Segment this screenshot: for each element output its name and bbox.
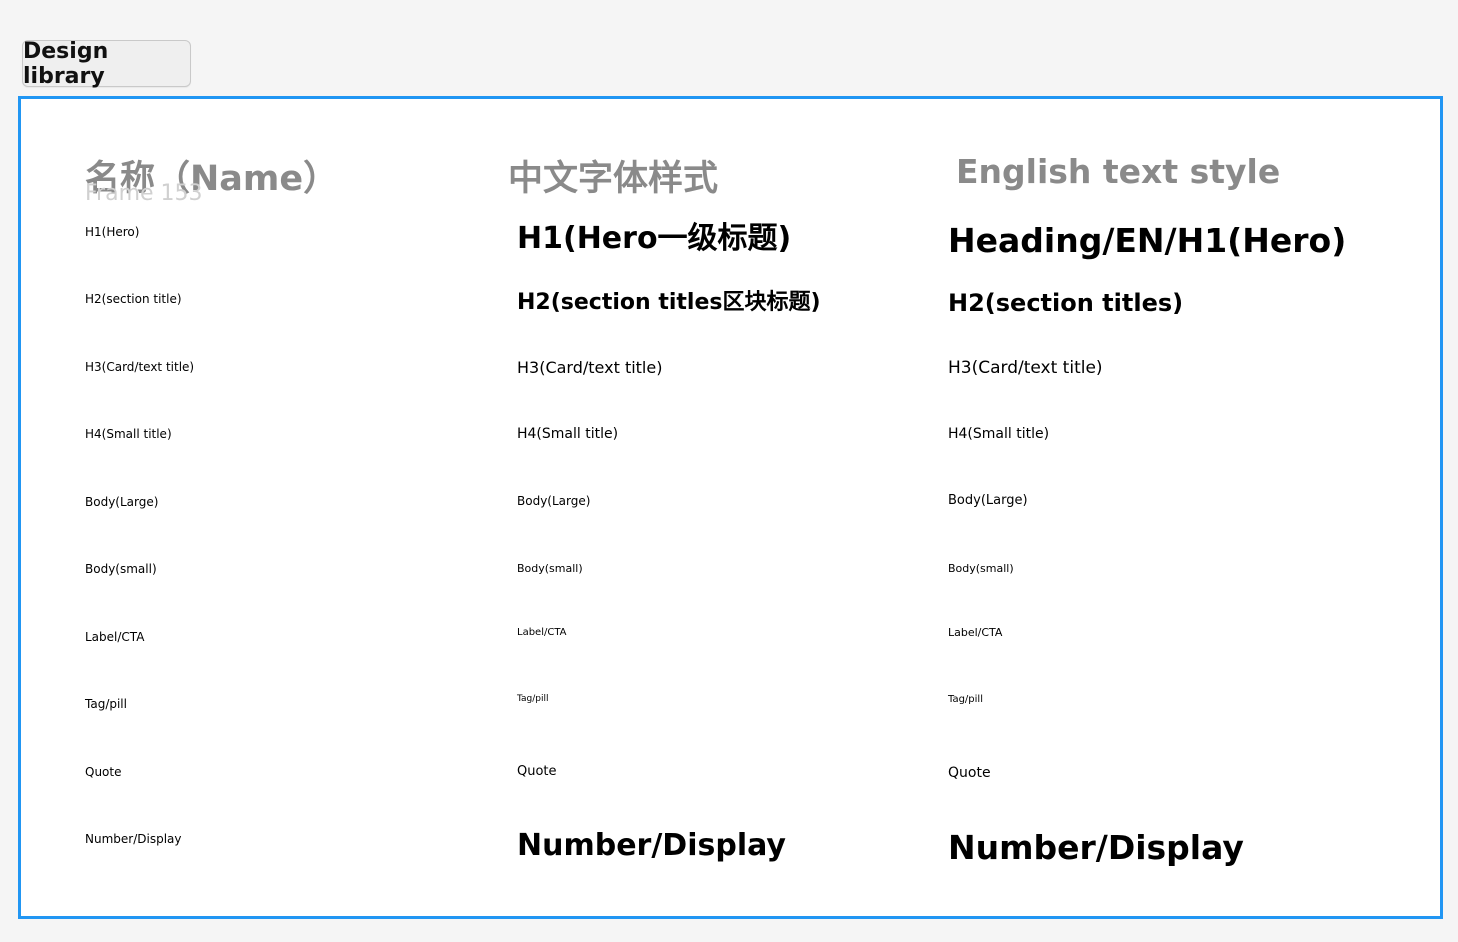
row-name-body-small: Body(small) [85,562,157,576]
en-sample-tag-pill: Tag/pill [948,694,983,705]
row-name-h4: H4(Small title) [85,427,172,441]
row-name-label-cta: Label/CTA [85,630,145,644]
column-header-chinese: 中文字体样式 [508,159,719,199]
en-sample-body-large: Body(Large) [948,493,1028,508]
row-name-h1: H1(Hero) [85,225,140,239]
row-name-quote: Quote [85,765,122,779]
en-sample-number-display: Number/Display [948,828,1244,867]
row-name-tag-pill: Tag/pill [85,697,127,711]
en-sample-h4: H4(Small title) [948,426,1050,442]
cn-sample-h3: H3(Card/text title) [517,358,663,377]
cn-sample-h1: H1(Hero一级标题) [517,221,792,256]
en-sample-quote: Quote [948,765,991,781]
design-library-button[interactable]: Design library [22,39,191,89]
frame-153[interactable] [18,96,1443,919]
row-name-body-large: Body(Large) [85,495,159,509]
cn-sample-label-cta: Label/CTA [517,627,567,638]
frame-name-label: Frame 153 [85,181,203,206]
en-sample-h1: Heading/EN/H1(Hero) [948,221,1347,260]
en-sample-h3: H3(Card/text title) [948,358,1103,378]
cn-sample-number-display: Number/Display [517,828,786,863]
cn-sample-tag-pill: Tag/pill [517,694,549,704]
cn-sample-body-large: Body(Large) [517,494,591,508]
en-sample-label-cta: Label/CTA [948,626,1003,639]
en-sample-h2: H2(section titles) [948,289,1184,317]
column-header-english: English text style [956,152,1281,191]
row-name-h2: H2(section title) [85,292,182,306]
row-name-h3: H3(Card/text title) [85,360,195,374]
en-sample-body-small: Body(small) [948,562,1014,575]
cn-sample-quote: Quote [517,764,557,779]
row-name-number-display: Number/Display [85,832,182,846]
cn-sample-body-small: Body(small) [517,562,583,575]
cn-sample-h4: H4(Small title) [517,426,619,442]
cn-sample-h2: H2(section titles区块标题) [517,290,821,315]
